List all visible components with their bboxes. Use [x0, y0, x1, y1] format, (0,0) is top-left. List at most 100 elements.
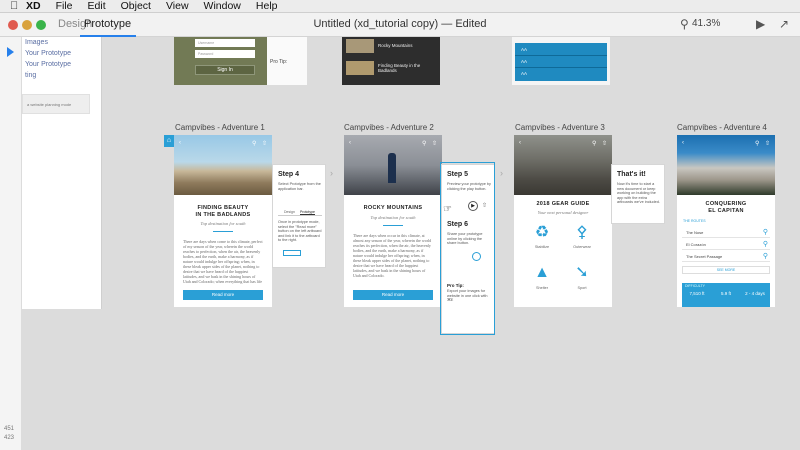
username-field: Username	[195, 39, 255, 47]
hero-image: ‹ ⚲ ⇧	[344, 135, 442, 195]
artboard-adventure-1[interactable]: ‹ ⚲ ⇧ FINDING BEAUTY IN THE BADLANDS Top…	[174, 135, 272, 307]
divider	[213, 231, 233, 232]
search-icon: ⚲	[755, 141, 760, 147]
jacket-icon: ⚴	[576, 224, 588, 241]
pro-tip-label: Pro Tip:	[270, 59, 288, 65]
hand-cursor-icon: ☞	[443, 204, 452, 215]
route-row[interactable]: El Corazón ⚲	[682, 239, 770, 250]
canvas[interactable]: Images Your Prototype Your Prototype tin…	[22, 37, 800, 450]
back-icon: ‹	[179, 140, 181, 146]
list-item: Images	[25, 39, 48, 46]
article-subtitle: Your next personal designer	[537, 210, 589, 215]
back-icon: ‹	[349, 140, 351, 146]
stats-header: DIFFICULTY	[685, 284, 705, 288]
play-preview-icon[interactable]: ▶	[756, 17, 765, 31]
artboard-dark-list[interactable]: Rocky Mountains Finding Beauty in the Ba…	[342, 37, 440, 85]
location-pin-icon: ⚲	[762, 253, 768, 260]
home-artboard-icon[interactable]: ⌂	[164, 135, 174, 147]
title-line: EL CAPITAN	[708, 207, 744, 214]
route-name: El Corazón	[686, 242, 706, 247]
route-row[interactable]: The Secret Passage ⚲	[682, 251, 770, 262]
share-icon: ⇧	[765, 141, 771, 147]
link-handle-icon	[283, 250, 301, 256]
blue-panel: AA AA AA	[515, 43, 607, 81]
stats-panel: DIFFICULTY 7,510 ft 5.9 ft 2 - 4 days	[682, 283, 770, 307]
menu-object[interactable]: Object	[121, 0, 151, 12]
gear-label: Outerwear	[573, 245, 591, 249]
tip-title: That's it!	[617, 171, 646, 178]
hero-image: ‹ ⚲ ⇧	[677, 135, 775, 195]
stat-value: 2 - 4 days	[745, 291, 765, 296]
artboard-adventure-2[interactable]: ‹ ⚲ ⇧ ROCKY MOUNTAINS Top destination fo…	[344, 135, 442, 307]
route-row[interactable]: The Nose ⚲	[682, 227, 770, 238]
card-title: Rocky Mountains	[378, 43, 413, 48]
artboard-label[interactable]: Campvibes - Adventure 1	[175, 123, 265, 132]
gear-label: Sport	[577, 286, 587, 290]
note-text: a website planning mode	[27, 102, 72, 107]
list-header: THE ROUTES	[683, 219, 706, 223]
location-pin-icon: ⚲	[762, 241, 768, 248]
article-title: FINDING BEAUTY IN THE BADLANDS	[174, 205, 272, 218]
apple-menu-icon[interactable]: 	[10, 0, 26, 12]
divider	[515, 67, 607, 68]
stat-value: 7,510 ft	[689, 291, 705, 296]
toggle-design: Design	[284, 210, 295, 214]
gear-label: Stabilize	[534, 245, 550, 249]
see-more-button[interactable]: SEE MORE	[682, 266, 770, 274]
artboard-label[interactable]: Campvibes - Adventure 2	[344, 123, 434, 132]
artboard-label[interactable]: Campvibes - Adventure 4	[677, 123, 767, 132]
gear-label: Shelter	[535, 286, 549, 290]
artboard-label[interactable]: Campvibes - Adventure 3	[515, 123, 605, 132]
menu-help[interactable]: Help	[256, 0, 278, 12]
article-body: There are days when occur in this climat…	[353, 233, 432, 278]
title-bar: Design Prototype Untitled (xd_tutorial c…	[0, 13, 800, 37]
title-line: IN THE BADLANDS	[195, 211, 251, 218]
share-icon: ⇧	[262, 141, 268, 147]
tent-icon: ▲	[534, 264, 550, 281]
chevron-right-icon: ›	[330, 168, 333, 178]
share-icon[interactable]: ↗	[779, 17, 789, 31]
read-more-button[interactable]: Read more	[353, 290, 433, 300]
partial-artboard-left[interactable]: Images Your Prototype Your Prototype tin…	[22, 37, 102, 309]
bow-icon: ➘	[575, 264, 589, 281]
tip-title: Step 4	[278, 171, 300, 178]
tip-text: Now it's time to start a new document or…	[617, 182, 660, 204]
select-tool-icon[interactable]	[7, 47, 14, 57]
selection-outline	[440, 162, 495, 335]
blue-label: AA	[521, 59, 528, 64]
menu-edit[interactable]: Edit	[88, 0, 106, 12]
artboard-adventure-3[interactable]: ‹ ⚲ ⇧ 2018 GEAR GUIDE Your next personal…	[514, 135, 612, 307]
signin-button: Sign In	[195, 65, 255, 75]
menu-window[interactable]: Window	[204, 0, 241, 12]
zoom-icon[interactable]: ⚲	[680, 17, 689, 31]
artboard-signin[interactable]: Username Password Sign In	[174, 37, 267, 85]
blue-label: AA	[521, 71, 528, 76]
password-field: Password	[195, 50, 255, 58]
divider	[383, 225, 403, 226]
read-more-button[interactable]: Read more	[183, 290, 263, 300]
artboard-adventure-4[interactable]: ‹ ⚲ ⇧ CONQUERING EL CAPITAN THE ROUTES T…	[677, 135, 775, 307]
tip-text: Select Prototype from the application ba…	[278, 182, 321, 191]
article-subtitle: Top destination for south	[200, 221, 246, 226]
location-pin-icon: ⚲	[762, 229, 768, 236]
menu-view[interactable]: View	[166, 0, 189, 12]
tip-panel-step-4: Step 4 Select Prototype from the applica…	[272, 164, 326, 268]
blue-label: AA	[521, 47, 528, 52]
toggle-prototype: Prototype	[300, 210, 315, 215]
list-item: Your Prototype	[25, 50, 72, 57]
zoom-level[interactable]: 41.3%	[692, 18, 720, 29]
chevron-right-icon: ›	[500, 168, 503, 178]
back-icon: ‹	[682, 140, 684, 146]
lantern-icon: ♻	[534, 224, 550, 241]
article-title: CONQUERING EL CAPITAN	[677, 201, 775, 214]
mode-toggle: Design Prototype	[278, 210, 322, 216]
search-icon: ⚲	[252, 141, 257, 147]
hiker-figure	[388, 153, 396, 183]
thumbnail-image	[346, 39, 374, 53]
hero-image: ‹ ⚲ ⇧	[174, 135, 272, 195]
note-box: a website planning mode	[22, 94, 90, 114]
menu-app[interactable]: XD	[26, 0, 41, 12]
menu-file[interactable]: File	[56, 0, 73, 12]
artboard-blue[interactable]: AA AA AA	[512, 37, 610, 85]
divider	[515, 55, 607, 56]
